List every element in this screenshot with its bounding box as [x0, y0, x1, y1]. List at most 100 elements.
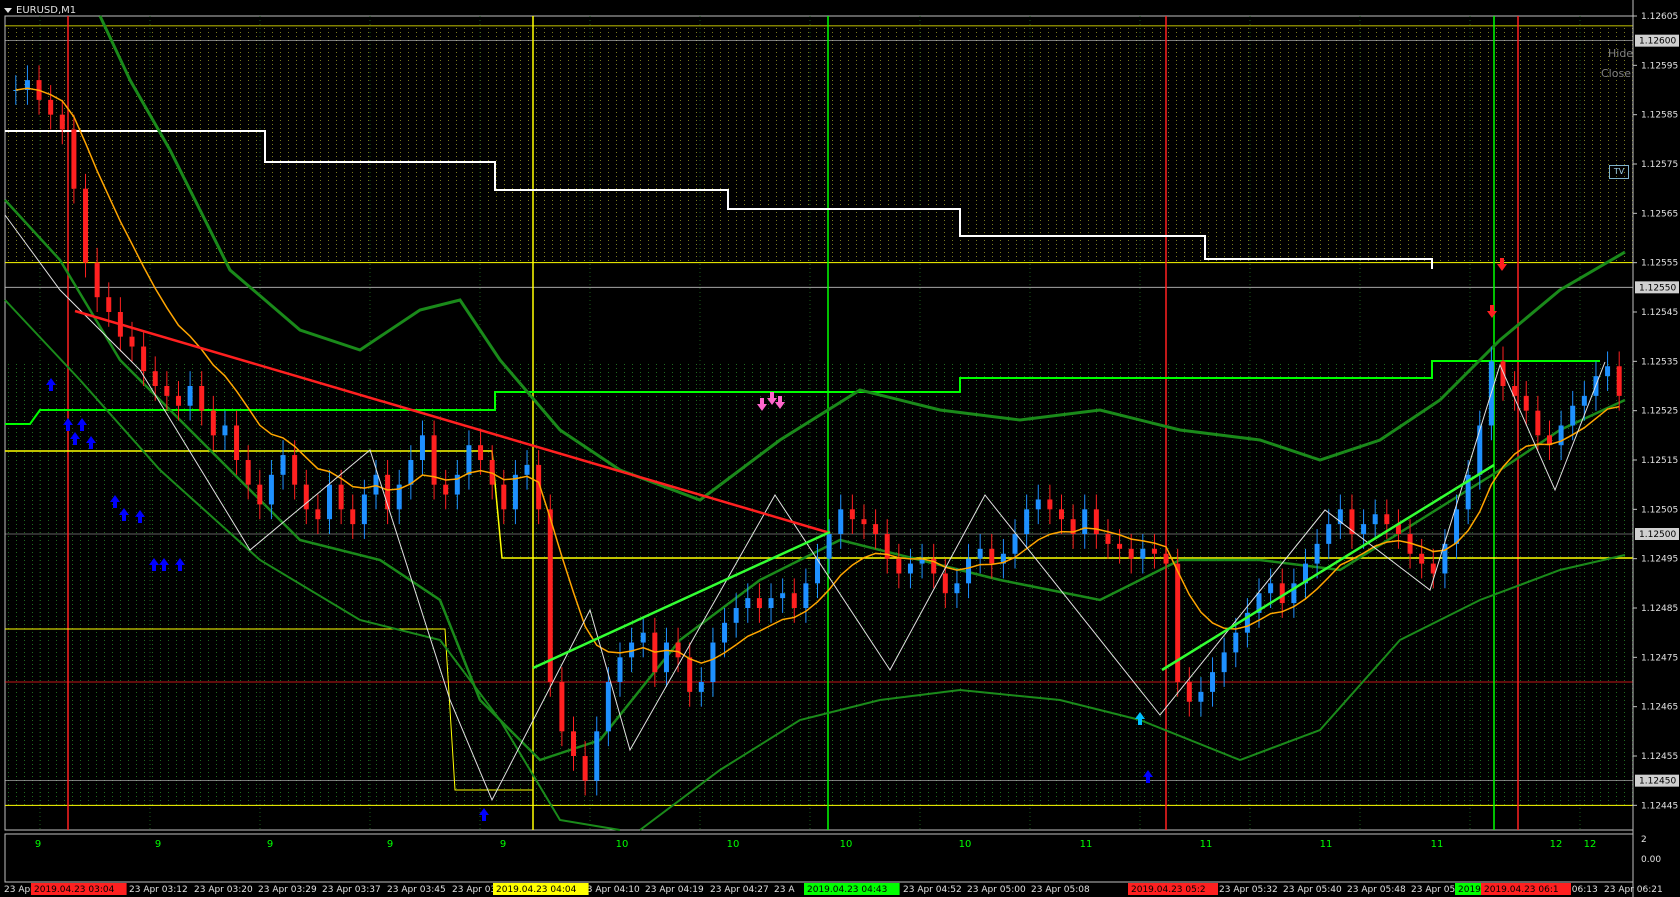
candle-body[interactable]	[466, 445, 472, 475]
candle-body[interactable]	[977, 548, 983, 559]
candle-body[interactable]	[838, 509, 844, 534]
candle-body[interactable]	[373, 474, 379, 495]
candle-body[interactable]	[780, 593, 786, 599]
candle-body[interactable]	[989, 548, 995, 564]
candle-body[interactable]	[1198, 691, 1204, 702]
candle-body[interactable]	[1454, 509, 1460, 544]
candle-body[interactable]	[408, 460, 414, 485]
candle-body[interactable]	[1361, 524, 1367, 534]
candle-body[interactable]	[1035, 499, 1041, 510]
candle-body[interactable]	[640, 632, 646, 643]
sell-arrow-icon[interactable]	[1487, 305, 1497, 318]
candle-body[interactable]	[245, 460, 251, 485]
candle-body[interactable]	[1117, 543, 1123, 549]
candle-body[interactable]	[1151, 548, 1157, 554]
candle-body[interactable]	[210, 410, 216, 436]
candle-body[interactable]	[663, 642, 669, 673]
candle-body[interactable]	[175, 395, 181, 406]
candle-body[interactable]	[954, 583, 960, 594]
candle-body[interactable]	[1430, 563, 1436, 574]
candle-body[interactable]	[512, 474, 518, 510]
candle-body[interactable]	[257, 484, 263, 505]
candle-body[interactable]	[443, 484, 449, 495]
candle-body[interactable]	[1279, 583, 1285, 604]
candle-body[interactable]	[1024, 509, 1030, 534]
candle-body[interactable]	[1535, 410, 1541, 436]
candle-body[interactable]	[605, 682, 611, 732]
candle-body[interactable]	[71, 129, 77, 189]
candle-body[interactable]	[756, 598, 762, 608]
candle-body[interactable]	[1314, 543, 1320, 564]
candle-body[interactable]	[1093, 509, 1099, 534]
candle-body[interactable]	[710, 642, 716, 682]
candle-body[interactable]	[129, 336, 135, 347]
candle-body[interactable]	[1210, 672, 1216, 692]
candle-body[interactable]	[1523, 395, 1529, 411]
candle-body[interactable]	[338, 484, 344, 510]
candle-body[interactable]	[594, 731, 600, 781]
candle-body[interactable]	[1175, 563, 1181, 682]
candle-body[interactable]	[1581, 395, 1587, 406]
candle-body[interactable]	[199, 386, 205, 411]
candle-body[interactable]	[1616, 366, 1622, 396]
hide-button[interactable]: Hide	[1608, 47, 1633, 60]
candle-body[interactable]	[501, 484, 507, 510]
candle-body[interactable]	[1186, 682, 1192, 702]
candle-body[interactable]	[222, 425, 228, 436]
buy-arrow-icon[interactable]	[479, 808, 489, 821]
close-button[interactable]: Close	[1601, 67, 1631, 80]
candle-body[interactable]	[1570, 405, 1576, 426]
candle-body[interactable]	[280, 455, 286, 475]
candle-body[interactable]	[1384, 514, 1390, 525]
candle-body[interactable]	[768, 598, 774, 608]
candle-body[interactable]	[419, 435, 425, 460]
candle-body[interactable]	[187, 386, 193, 406]
candle-body[interactable]	[164, 386, 170, 396]
candle-body[interactable]	[547, 509, 553, 682]
candle-body[interactable]	[1163, 553, 1169, 564]
candle-body[interactable]	[849, 509, 855, 520]
candle-body[interactable]	[745, 598, 751, 608]
candle-body[interactable]	[1477, 425, 1483, 475]
candle-body[interactable]	[1058, 509, 1064, 520]
candle-body[interactable]	[1605, 366, 1611, 377]
candle-body[interactable]	[826, 534, 832, 559]
candle-body[interactable]	[327, 484, 333, 520]
candle-body[interactable]	[478, 445, 484, 460]
candle-body[interactable]	[687, 657, 693, 692]
candle-body[interactable]	[942, 573, 948, 594]
candle-body[interactable]	[1500, 361, 1506, 386]
candle-body[interactable]	[1047, 499, 1053, 510]
candle-body[interactable]	[234, 425, 240, 460]
candle-body[interactable]	[152, 371, 158, 386]
candle-body[interactable]	[1221, 652, 1227, 673]
candle-body[interactable]	[617, 657, 623, 682]
candle-body[interactable]	[106, 297, 112, 312]
candle-body[interactable]	[861, 519, 867, 525]
candle-body[interactable]	[48, 99, 54, 115]
dropdown-triangle-icon[interactable]	[4, 7, 12, 13]
candle-body[interactable]	[292, 455, 298, 485]
candle-body[interactable]	[873, 524, 879, 534]
candle-body[interactable]	[268, 474, 274, 505]
candle-body[interactable]	[1326, 524, 1332, 544]
candle-body[interactable]	[1268, 583, 1274, 594]
chart-window[interactable]: 1.12605 1.12595 1.12585 1.12575 1.12565 1.125…	[0, 0, 1680, 897]
candle-body[interactable]	[315, 509, 321, 520]
candle-body[interactable]	[791, 593, 797, 608]
candle-body[interactable]	[675, 642, 681, 658]
candle-body[interactable]	[1419, 553, 1425, 564]
candle-body[interactable]	[1012, 534, 1018, 554]
candle-body[interactable]	[350, 509, 356, 525]
candle-body[interactable]	[1105, 534, 1111, 544]
candle-body[interactable]	[1372, 514, 1378, 525]
candle-body[interactable]	[141, 346, 147, 372]
candle-body[interactable]	[1082, 509, 1088, 534]
candle-body[interactable]	[1128, 548, 1134, 559]
candle-body[interactable]	[698, 682, 704, 692]
candle-body[interactable]	[1140, 548, 1146, 559]
candle-body[interactable]	[907, 563, 913, 574]
candle-body[interactable]	[559, 682, 565, 732]
candle-body[interactable]	[571, 731, 577, 756]
window-title[interactable]: EURUSD,M1	[4, 5, 76, 16]
